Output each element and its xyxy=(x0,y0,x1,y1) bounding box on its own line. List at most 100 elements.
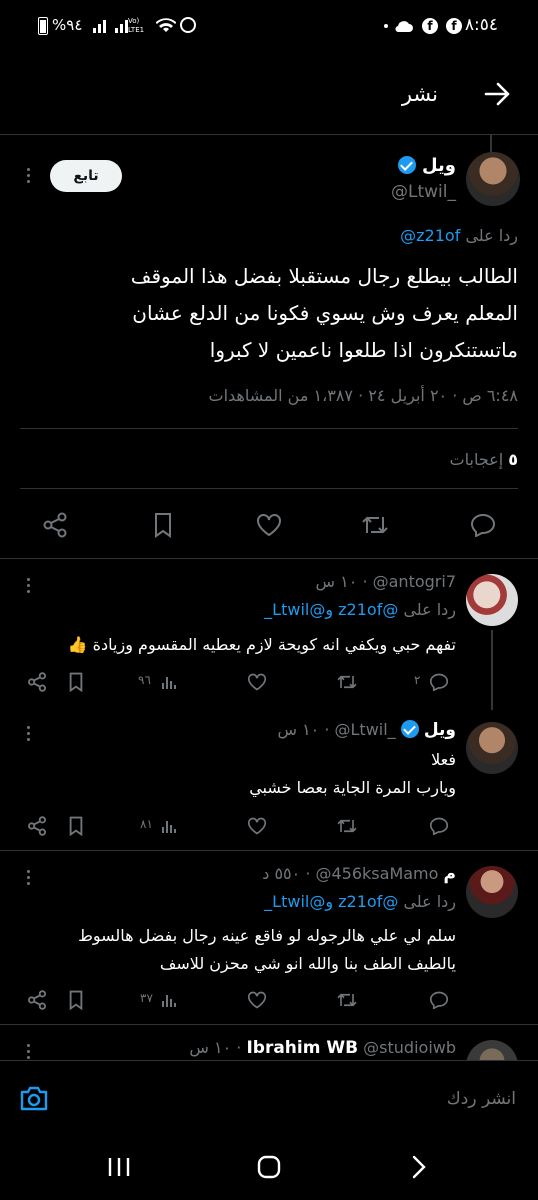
home-icon[interactable] xyxy=(254,1153,284,1181)
reply-header: ويل @Ltwil_ · ١٠ س xyxy=(277,720,456,740)
reply-icon[interactable] xyxy=(466,510,500,540)
arrow-right-icon[interactable] xyxy=(482,78,514,110)
views-count: ٣٧ xyxy=(140,991,153,1005)
views-chart-icon[interactable] xyxy=(160,815,178,837)
bookmark-icon[interactable] xyxy=(66,671,86,693)
reply-text: فعلا ويارب المرة الجاية بعصا خشبي xyxy=(16,746,456,802)
like-heart-icon[interactable] xyxy=(246,815,268,837)
like-heart-icon[interactable] xyxy=(252,510,286,540)
camera-icon[interactable] xyxy=(18,1083,50,1113)
retweet-icon[interactable] xyxy=(358,510,392,540)
views-chart-icon[interactable] xyxy=(160,671,178,693)
reply-icon[interactable] xyxy=(428,989,450,1011)
post-text-line: الطالب بيطلع رجال مستقبلا بفضل هذا الموق… xyxy=(130,264,518,288)
reply-author-name[interactable]: Ibrahim WB xyxy=(246,1038,358,1058)
follow-button[interactable]: تابع xyxy=(50,160,122,192)
reply-to-link[interactable]: @z21of xyxy=(400,226,460,245)
avatar[interactable] xyxy=(466,152,520,206)
reply-count: ٢ xyxy=(414,673,421,687)
likes-label: إعجابات xyxy=(449,450,504,469)
post-text-line: ماتستنكرون اذا طلعوا ناعمين لا كبروا xyxy=(209,338,518,362)
recent-apps-icon[interactable] xyxy=(104,1154,134,1180)
avatar[interactable] xyxy=(466,722,518,774)
more-dots-icon xyxy=(384,24,388,28)
avatar[interactable] xyxy=(466,574,518,626)
facebook-icon: f xyxy=(422,18,438,34)
status-bar: ٨:٥٤ f f %٩٤ Vo) LTE1 xyxy=(0,0,538,56)
top-app-bar: نشر xyxy=(0,56,538,134)
reply-icon[interactable] xyxy=(428,815,450,837)
reply-to-prefix: ردا على xyxy=(403,892,456,911)
bookmark-icon[interactable] xyxy=(66,815,86,837)
facebook-icon: f xyxy=(446,18,462,34)
views-count: ٩٦ xyxy=(138,673,151,687)
network-label: Vo) LTE1 xyxy=(128,17,145,34)
thread-line xyxy=(491,630,493,710)
battery-icon xyxy=(38,17,48,35)
more-options-icon[interactable] xyxy=(20,574,36,596)
reply-action-bar: ٢ ٩٦ xyxy=(0,668,460,696)
cloud-icon xyxy=(394,18,414,34)
verified-badge-icon xyxy=(400,720,419,738)
reply-to-prefix: ردا على xyxy=(403,600,456,619)
divider xyxy=(0,850,538,851)
author-line: ويل xyxy=(397,155,456,176)
reply-time: ٥٥٠ د xyxy=(262,864,301,883)
signal-icon xyxy=(92,16,110,34)
reply-time: ١٠ س xyxy=(189,1038,232,1057)
views-chart-icon[interactable] xyxy=(160,989,178,1011)
reply-author-name[interactable]: م xyxy=(444,864,456,884)
more-options-icon[interactable] xyxy=(20,722,36,744)
reply-text: تفهم حبي ويكفي انه كويحة لازم يعطيه المق… xyxy=(16,632,456,658)
follow-button-label: تابع xyxy=(73,168,99,184)
reply-input[interactable] xyxy=(114,1081,518,1117)
more-options-icon[interactable] xyxy=(20,163,36,187)
share-icon[interactable] xyxy=(26,671,48,693)
reply-text-line: يالطيف الطف بنا والله انو شي محزن للاسف xyxy=(159,954,456,973)
share-icon[interactable] xyxy=(26,815,48,837)
share-icon[interactable] xyxy=(26,989,48,1011)
divider xyxy=(20,488,518,489)
reply-handle[interactable]: @antogri7 xyxy=(373,572,456,591)
reply-handle[interactable]: @456ksaMamo xyxy=(316,864,439,883)
author-handle[interactable]: @Ltwil_ xyxy=(391,182,456,202)
reply-text: سلم لي علي هالرجوله لو فاقع عينه رجال بف… xyxy=(16,922,456,978)
retweet-icon[interactable] xyxy=(336,815,358,837)
reply-header: م @456ksaMamo · ٥٥٠ د xyxy=(262,864,456,884)
retweet-icon[interactable] xyxy=(336,989,358,1011)
bookmark-icon[interactable] xyxy=(146,510,180,540)
reply-icon[interactable] xyxy=(428,671,450,693)
like-heart-icon[interactable] xyxy=(246,989,268,1011)
reply-time: ١٠ س xyxy=(315,572,358,591)
avatar[interactable] xyxy=(466,866,518,918)
avatar[interactable] xyxy=(466,1040,518,1060)
post-text: الطالب بيطلع رجال مستقبلا بفضل هذا الموق… xyxy=(18,258,518,369)
reply-item[interactable]: Ibrahim WB @studioiwb · ١٠ س xyxy=(0,1024,538,1060)
reply-to-link[interactable]: @z21of و@Ltwil_ xyxy=(264,892,398,911)
reply-text-line: سلم لي علي هالرجوله لو فاقع عينه رجال بف… xyxy=(78,926,456,945)
reply-handle[interactable]: @studioiwb xyxy=(363,1038,456,1057)
reply-context: ردا على @z21of xyxy=(400,226,518,245)
reply-handle[interactable]: @Ltwil_ xyxy=(335,720,396,739)
reply-author-name[interactable]: ويل xyxy=(424,720,456,740)
post-action-bar xyxy=(0,500,538,550)
reply-text-line: ويارب المرة الجاية بعصا خشبي xyxy=(249,778,456,797)
more-options-icon[interactable] xyxy=(20,866,36,888)
bookmark-icon[interactable] xyxy=(66,989,86,1011)
likes-summary[interactable]: ٥ إعجابات xyxy=(450,450,518,469)
back-chevron-icon[interactable] xyxy=(404,1154,434,1180)
reply-action-bar: ٨١ xyxy=(0,812,460,840)
reply-text-line: تفهم حبي ويكفي انه كويحة لازم يعطيه المق… xyxy=(67,635,456,654)
retweet-icon[interactable] xyxy=(336,671,358,693)
reply-to-link[interactable]: @z21of و@Ltwil_ xyxy=(264,600,398,619)
author-name[interactable]: ويل xyxy=(422,155,456,176)
battery-percent: %٩٤ xyxy=(52,16,83,34)
more-options-icon[interactable] xyxy=(20,1040,36,1060)
reply-context: ردا على @z21of و@Ltwil_ xyxy=(264,600,456,619)
like-heart-icon[interactable] xyxy=(246,671,268,693)
status-time: ٨:٥٤ xyxy=(464,15,498,35)
header-divider xyxy=(0,134,538,135)
alarm-icon xyxy=(180,17,196,33)
share-icon[interactable] xyxy=(38,510,72,540)
verified-badge-icon xyxy=(397,156,416,174)
